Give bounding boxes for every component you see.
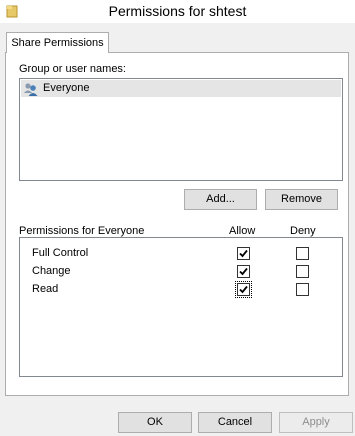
window-title: Permissions for shtest (108, 3, 247, 19)
user-name: Everyone (43, 82, 90, 94)
ok-button[interactable]: OK (118, 412, 192, 433)
tab-panel: Group or user names: Everyone Add... Rem… (5, 52, 349, 396)
read-deny-checkbox[interactable] (296, 283, 309, 296)
change-deny-checkbox[interactable] (296, 265, 309, 278)
full-control-allow-checkbox[interactable] (237, 247, 250, 260)
add-button[interactable]: Add... (184, 189, 257, 210)
permission-read-label: Read (32, 283, 59, 295)
change-allow-checkbox[interactable] (237, 265, 250, 278)
deny-column-header: Deny (290, 225, 316, 237)
tab-share-permissions[interactable]: Share Permissions (6, 32, 109, 53)
group-or-user-names-label: Group or user names: (19, 63, 126, 75)
permissions-list: Full Control Change Read (19, 237, 343, 377)
permission-change-label: Change (32, 265, 71, 277)
full-control-deny-checkbox[interactable] (296, 247, 309, 260)
read-allow-checkbox[interactable] (235, 281, 252, 298)
title-bar: Permissions for shtest (0, 0, 355, 24)
permissions-label: Permissions for Everyone (19, 225, 145, 237)
cancel-button[interactable]: Cancel (198, 412, 272, 433)
list-item[interactable]: Everyone (21, 80, 341, 97)
users-icon (24, 83, 38, 96)
user-listbox[interactable]: Everyone (19, 78, 343, 181)
dialog-button-bar: OK Cancel Apply (0, 403, 355, 436)
apply-button[interactable]: Apply (279, 412, 353, 433)
permission-full-control-label: Full Control (32, 247, 89, 259)
allow-column-header: Allow (229, 225, 256, 237)
remove-button[interactable]: Remove (265, 189, 338, 210)
